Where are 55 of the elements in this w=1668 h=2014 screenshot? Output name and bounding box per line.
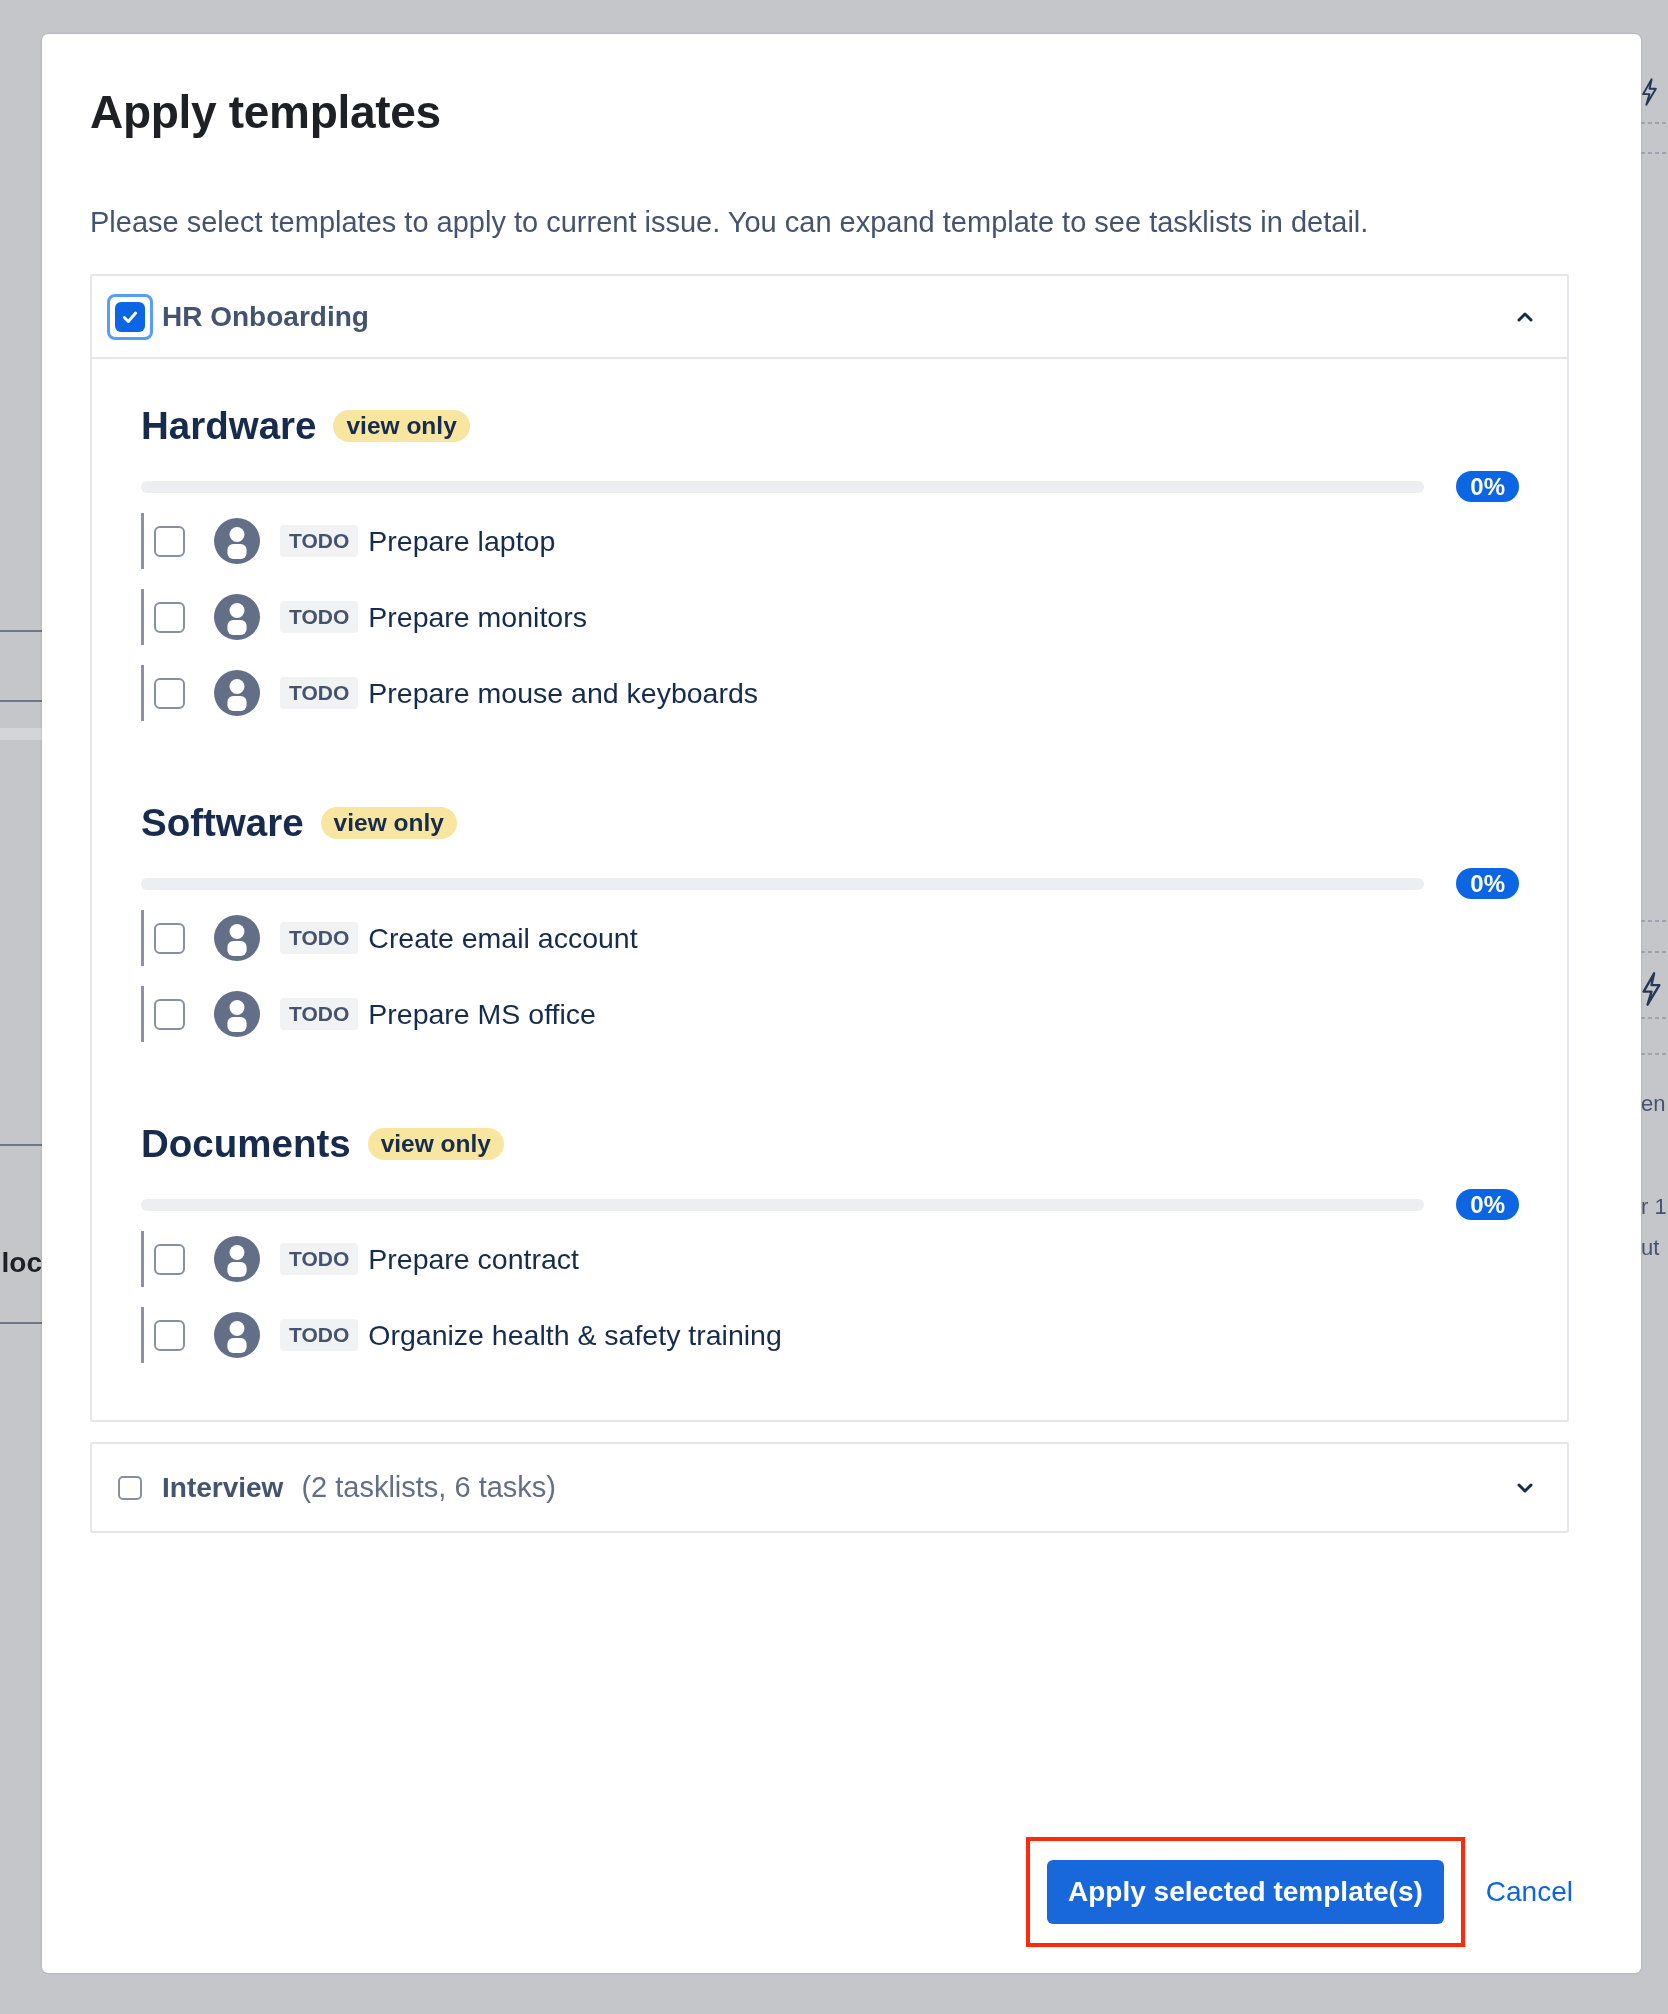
status-tag: TODO <box>280 1243 359 1275</box>
background-text: r 1 <box>1641 1193 1667 1221</box>
tasklist-title: Software <box>141 800 304 846</box>
task-checkbox[interactable] <box>154 601 185 633</box>
task-checkbox[interactable] <box>154 677 185 709</box>
tasklist-title: Hardware <box>141 403 317 449</box>
status-tag: TODO <box>280 677 359 709</box>
task-checkbox[interactable] <box>154 1319 185 1351</box>
status-tag: TODO <box>280 922 359 954</box>
avatar-icon <box>214 594 260 640</box>
chevron-up-icon[interactable] <box>1517 311 1533 322</box>
template-checkbox[interactable] <box>118 1475 142 1500</box>
task-title: Prepare monitors <box>368 600 587 634</box>
avatar-icon <box>214 518 260 564</box>
status-tag: TODO <box>280 1319 359 1351</box>
progress-percentage: 0% <box>1456 1189 1519 1220</box>
lightning-icon <box>1641 78 1658 106</box>
access-tag: view only <box>333 410 470 442</box>
dialog-description: Please select templates to apply to current issue. You can expand template to see tasklists in detail. <box>90 205 1369 240</box>
chevron-down-icon[interactable] <box>1517 1482 1533 1493</box>
task-title: Create email account <box>368 921 638 955</box>
cancel-link[interactable]: Cancel <box>1485 1874 1573 1910</box>
avatar-icon <box>214 991 260 1037</box>
access-tag: view only <box>367 1128 504 1160</box>
avatar-icon <box>214 915 260 961</box>
apply-button[interactable]: Apply selected template(s) <box>1047 1860 1444 1924</box>
template-name: HR Onboarding <box>162 300 369 333</box>
task-title: Organize health & safety training <box>368 1318 782 1352</box>
template-summary: (2 tasklists, 6 tasks) <box>301 1471 556 1504</box>
tasklist-title: Documents <box>141 1121 351 1167</box>
task-title: Prepare contract <box>368 1242 579 1276</box>
template-name: Interview <box>162 1471 284 1504</box>
avatar-icon <box>214 1312 260 1358</box>
background-bar <box>0 728 42 740</box>
avatar-icon <box>214 670 260 716</box>
lightning-icon <box>1641 972 1662 1006</box>
progress-percentage: 0% <box>1456 471 1519 502</box>
progress-percentage: 0% <box>1456 868 1519 899</box>
task-checkbox[interactable] <box>154 525 185 557</box>
task-title: Prepare mouse and keyboards <box>368 676 759 710</box>
background-text: loc <box>1 1246 42 1280</box>
status-tag: TODO <box>280 525 359 557</box>
dialog-title: Apply templates <box>90 85 441 140</box>
status-tag: TODO <box>280 998 359 1030</box>
task-checkbox[interactable] <box>154 922 185 954</box>
template-checkbox[interactable] <box>107 293 153 340</box>
background-text: ut <box>1641 1234 1660 1262</box>
access-tag: view only <box>320 807 457 839</box>
avatar-icon <box>214 1236 260 1282</box>
background-text: en <box>1641 1090 1666 1118</box>
status-tag: TODO <box>280 601 359 633</box>
task-title: Prepare MS office <box>368 997 596 1031</box>
task-checkbox[interactable] <box>154 998 185 1030</box>
task-title: Prepare laptop <box>368 524 556 558</box>
task-checkbox[interactable] <box>154 1243 185 1275</box>
